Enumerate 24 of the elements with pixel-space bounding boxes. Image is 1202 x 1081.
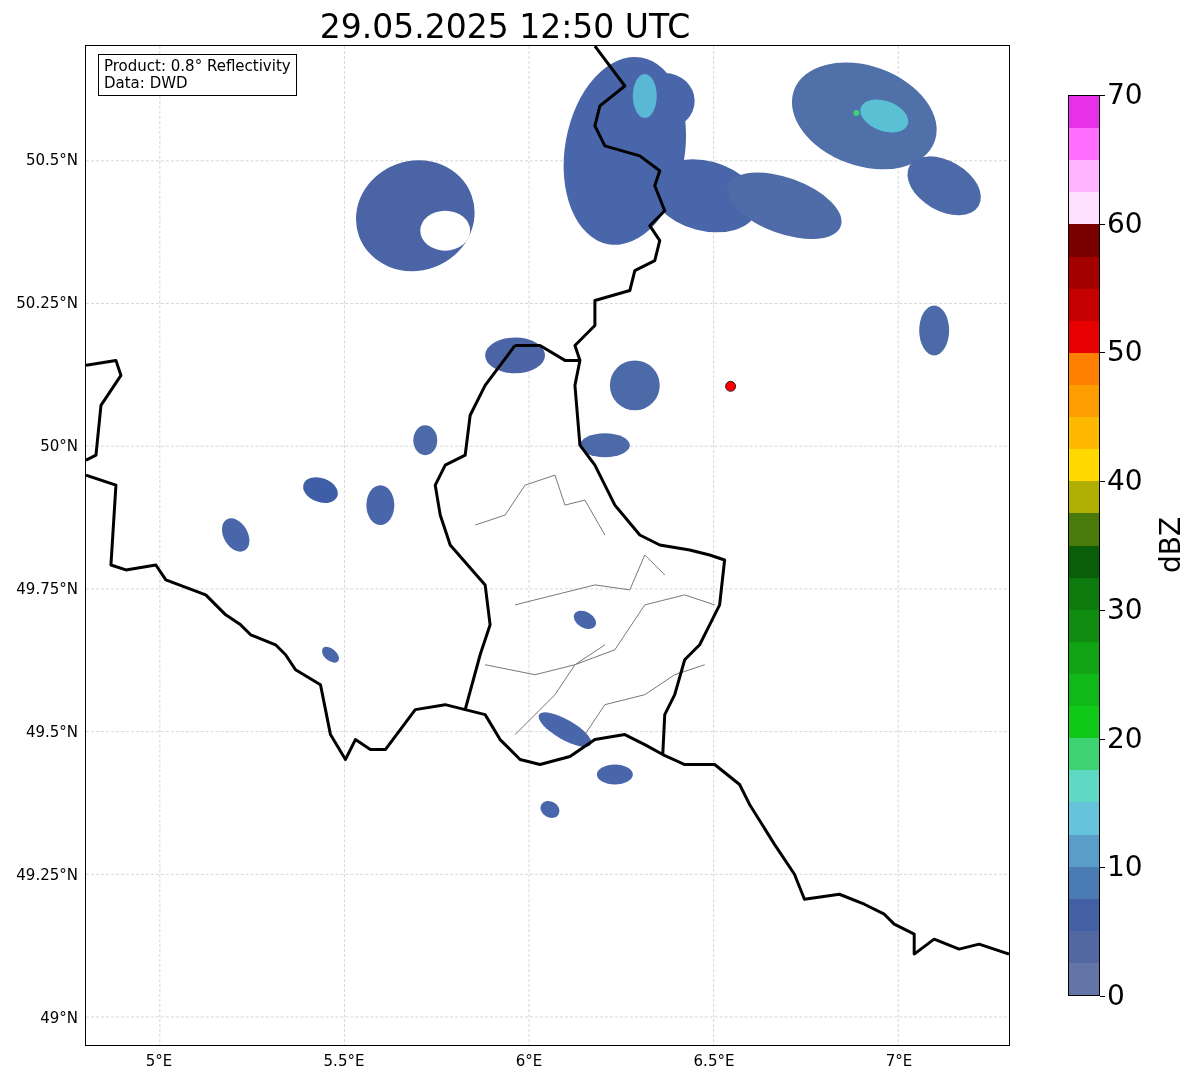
scale-tick-label: 10 (1107, 853, 1143, 882)
scale-tick-label: 60 (1107, 209, 1143, 238)
longitude-label: 6°E (515, 1052, 543, 1070)
scale-tick-label: 30 (1107, 595, 1143, 624)
longitude-label: 5°E (145, 1052, 173, 1070)
scale-tick-label: 70 (1107, 81, 1143, 109)
longitude-label: 7°E (885, 1052, 913, 1070)
scale-tick-label: 0 (1107, 982, 1125, 1010)
scale-tick-label: 40 (1107, 467, 1143, 496)
latitude-label: 50.25°N (16, 294, 78, 312)
chart-title: 29.05.2025 12:50 UTC (319, 10, 691, 45)
longitude-label: 6.5°E (693, 1052, 735, 1070)
latitude-label: 49°N (40, 1009, 78, 1027)
latitude-label: 49.75°N (16, 580, 78, 598)
latitude-label: 50°N (40, 437, 78, 455)
latitude-label: 49.25°N (16, 866, 78, 884)
longitude-label: 5.5°E (323, 1052, 365, 1070)
legend-text: Data: DWD (104, 75, 189, 92)
latitude-label: 49.5°N (25, 723, 78, 741)
latitude-label: 50.5°N (25, 151, 78, 169)
scale-unit-label: dBZ (1153, 516, 1187, 574)
scale-tick-label: 50 (1107, 338, 1143, 367)
scale-tick-label: 20 (1107, 724, 1143, 753)
legend-text: Product: 0.8° Reflectivity (104, 58, 291, 75)
